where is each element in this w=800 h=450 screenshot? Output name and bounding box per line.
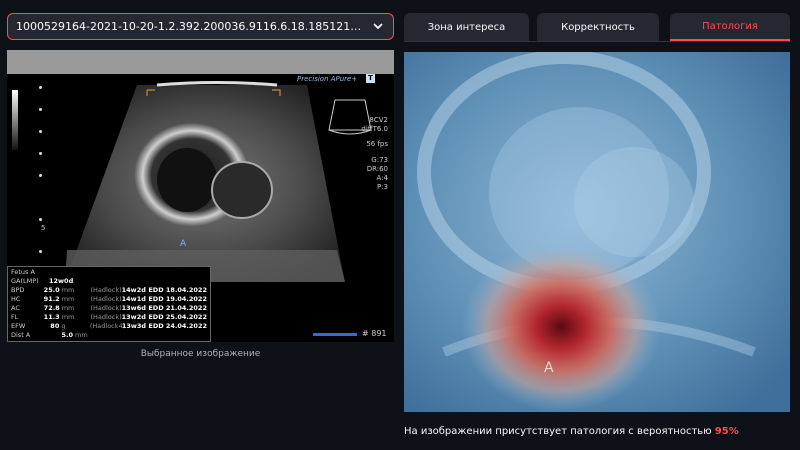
fps-label: 56 fps — [366, 140, 388, 148]
ultrasound-image: A 5 Precision APure+ T 8CV2 diffT6.0 56 … — [7, 50, 394, 342]
t-badge: T — [366, 74, 375, 83]
depth-dot — [39, 130, 42, 133]
depth-dot — [39, 218, 42, 221]
tab-divider — [404, 41, 790, 42]
table-row: EFW 80 g (Hadlock4) 13w3d EDD 24.04.2022 — [11, 322, 207, 330]
depth-dot — [39, 250, 42, 253]
table-row: BPD 25.0 mm (Hadlock) 14w2d EDD 18.04.2022 — [11, 286, 207, 294]
a-label: A:4 — [376, 174, 388, 182]
pathology-heatmap: A — [404, 52, 790, 412]
tab-correctness[interactable]: Корректность — [537, 13, 659, 41]
depth-dot — [39, 108, 42, 111]
tab-region-of-interest[interactable]: Зона интереса — [404, 13, 529, 41]
frame-number: # 891 — [362, 329, 387, 338]
heatmap-image: A — [404, 52, 790, 412]
diff-label: diffT6.0 — [361, 125, 388, 133]
grayscale-bar — [12, 90, 18, 150]
table-row: HC 91.2 mm (Hadlock) 14w1d EDD 19.04.2022 — [11, 295, 207, 303]
depth-dot — [39, 174, 42, 177]
chevron-down-icon[interactable] — [371, 20, 385, 34]
precision-logo: Precision APure+ — [297, 75, 358, 83]
result-probability: 95% — [714, 426, 739, 437]
depth-dot — [39, 152, 42, 155]
depth-dot — [39, 86, 42, 89]
probe-label: 8CV2 — [369, 116, 388, 124]
study-select[interactable]: 1000529164-2021-10-20-1.2.392.200036.911… — [7, 13, 394, 40]
result-message: На изображении присутствует патология с … — [404, 426, 712, 437]
study-select-value: 1000529164-2021-10-20-1.2.392.200036.911… — [16, 20, 365, 33]
result-text: На изображении присутствует патология с … — [404, 426, 739, 437]
gain-label: G:73 — [371, 156, 388, 164]
measurements-table: Fetus A GA(LMP) 12w0d BPD 25.0 mm (Hadlock) 1… — [7, 266, 211, 342]
dr-label: DR:60 — [366, 165, 388, 173]
measurements-header: Fetus A — [11, 268, 35, 276]
frame-progress-bar — [313, 333, 357, 336]
p-label: P:3 — [376, 183, 388, 191]
table-row: Dist A 5.0 mm — [11, 331, 88, 339]
marker-a: A — [180, 239, 187, 249]
selected-image-caption: Выбранное изображение — [140, 349, 261, 359]
heatmap-marker-a: A — [544, 360, 554, 376]
depth-label: 5 — [41, 224, 46, 232]
table-row: FL 11.3 mm (Hadlock) 13w2d EDD 25.04.2022 — [11, 313, 207, 321]
table-row: AC 72.8 mm (Hadlock) 13w6d EDD 21.04.2022 — [11, 304, 207, 312]
ga-row: GA(LMP) 12w0d — [11, 277, 74, 285]
tab-pathology[interactable]: Патология — [670, 13, 790, 41]
